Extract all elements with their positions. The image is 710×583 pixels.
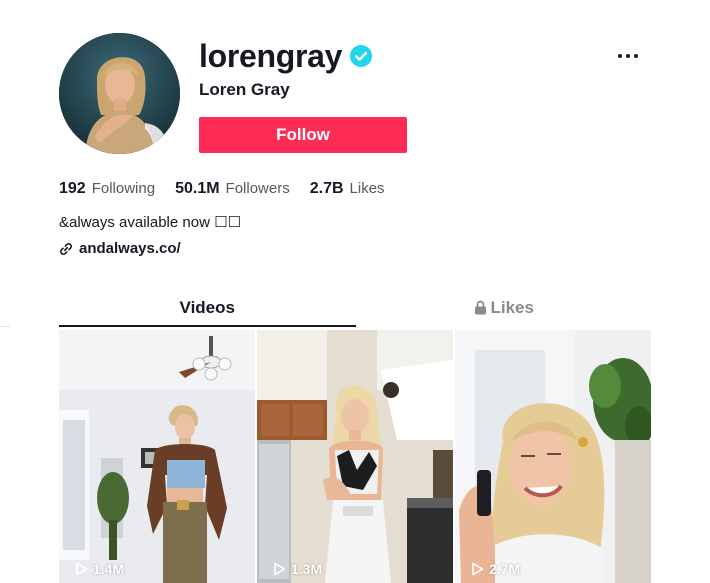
play-icon [471,562,484,576]
follow-button[interactable]: Follow [199,117,407,153]
avatar-photo [59,33,180,154]
view-count: 2.7M [471,561,520,577]
more-options-button[interactable] [612,44,644,68]
video-thumbnail [455,330,651,583]
view-count-text: 1.4M [93,561,125,577]
video-thumbnail [257,330,453,583]
profile-page: lorengray Loren Gray Follow 192 Followin… [0,0,710,583]
profile-avatar[interactable] [59,33,180,154]
username: lorengray [199,38,343,74]
profile-link-text: andalways.co/ [79,240,181,257]
tab-videos[interactable]: Videos [59,294,356,328]
tab-likes[interactable]: Likes [356,294,653,328]
tab-videos-label: Videos [179,298,235,317]
tab-likes-label: Likes [490,298,534,317]
following-label: Following [91,180,156,197]
followers-label: Followers [225,180,290,197]
profile-bio: &always available now ☐☐ [59,214,241,231]
following-count: 192 [59,180,86,197]
followers-count: 50.1M [175,180,220,197]
view-count: 1.3M [273,561,322,577]
verified-badge-icon [350,45,373,67]
play-icon [273,562,286,576]
profile-link[interactable]: andalways.co/ [59,239,181,259]
view-count-text: 2.7M [489,561,521,577]
profile-stats: 192 Following 50.1M Followers 2.7B Likes [59,178,385,200]
likes-count: 2.7B [309,180,344,197]
video-grid: 1.4M 1.3M 2.7M [59,330,652,583]
lock-icon [474,300,487,315]
view-count: 1.4M [75,561,124,577]
following-stat[interactable]: 192 Following [59,178,155,200]
likes-label: Likes [349,180,385,197]
followers-stat[interactable]: 50.1M Followers [175,178,290,200]
profile-tabs: Videos Likes [59,294,652,328]
play-icon [75,562,88,576]
username-row: lorengray [199,36,373,76]
tabs-divider [0,326,10,327]
video-card[interactable]: 1.4M [59,330,255,583]
view-count-text: 1.3M [291,561,323,577]
video-thumbnail [59,330,255,583]
more-horizontal-icon [618,54,638,58]
active-tab-indicator [59,325,356,327]
video-card[interactable]: 2.7M [455,330,651,583]
video-card[interactable]: 1.3M [257,330,453,583]
likes-stat: 2.7B Likes [310,178,385,200]
link-icon [59,242,73,256]
display-name: Loren Gray [199,80,290,99]
